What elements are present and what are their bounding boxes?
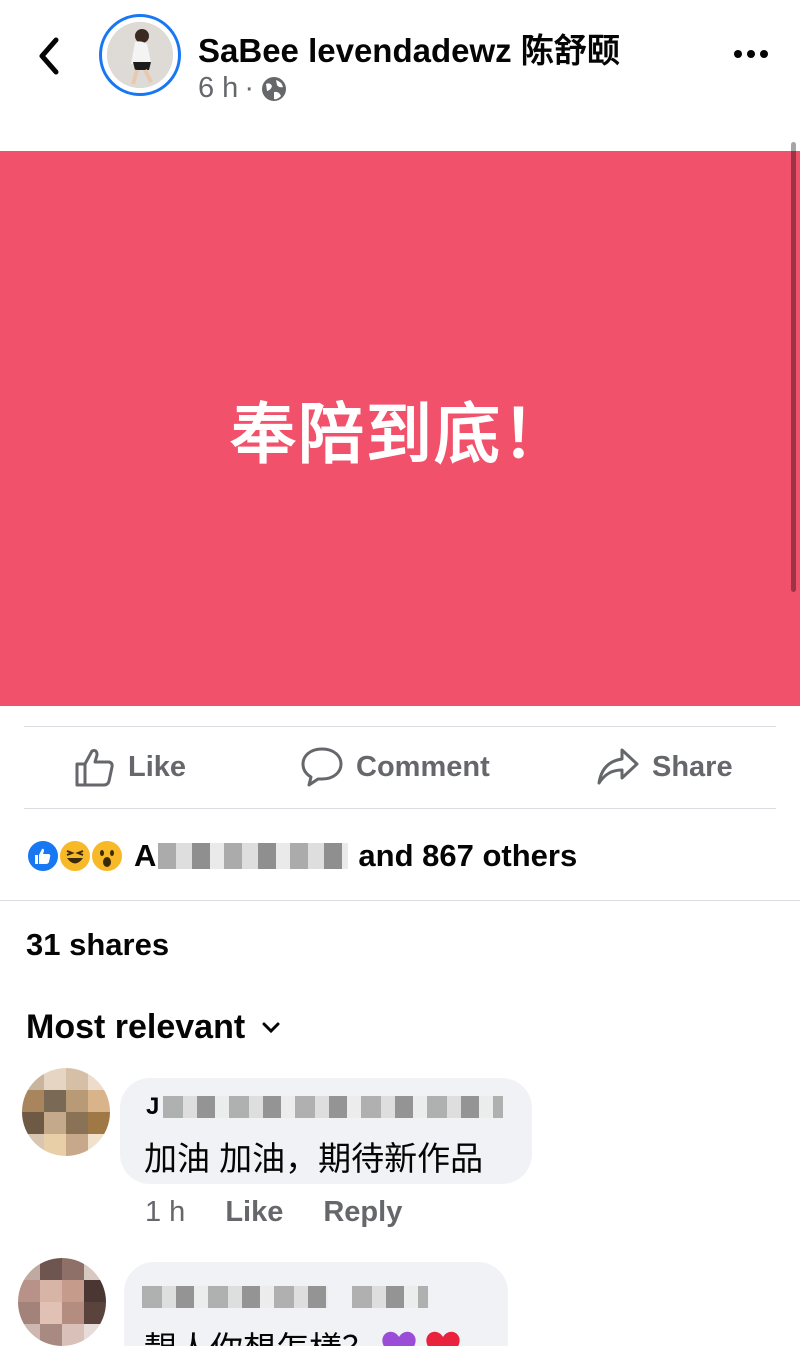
comment-actions: 1 h Like Reply [145, 1196, 402, 1229]
divider [0, 900, 800, 901]
post-time[interactable]: 6 h [198, 72, 238, 105]
commenter-name-blurred [142, 1286, 328, 1308]
comment-text: 靚人你想怎樣？ [144, 1322, 375, 1346]
commenter-avatar[interactable] [18, 1258, 106, 1346]
post-meta: 6 h · [198, 72, 288, 105]
author-avatar[interactable] [99, 14, 181, 96]
share-button[interactable]: Share [596, 746, 733, 788]
comment-bubble[interactable]: 靚人你想怎樣？ [124, 1262, 508, 1346]
comment-label: Comment [356, 750, 490, 783]
haha-reaction-icon [58, 839, 92, 873]
share-label: Share [652, 750, 733, 783]
thumbs-up-icon [75, 749, 114, 787]
globe-icon[interactable] [260, 75, 288, 103]
divider [24, 726, 776, 727]
more-icon [734, 50, 768, 58]
comment-reply-button[interactable]: Reply [323, 1196, 402, 1229]
reactor-name-initial: A [134, 838, 157, 873]
sort-dropdown[interactable]: Most relevant [26, 1008, 281, 1047]
comment-content: 靚人你想怎樣？ [144, 1322, 463, 1346]
reactor-name-blurred [158, 843, 349, 869]
reactions-summary[interactable]: A and 867 others [26, 838, 577, 874]
scrollbar[interactable] [791, 142, 796, 592]
chevron-left-icon [39, 37, 59, 75]
like-button[interactable]: Like [74, 746, 186, 788]
shares-count[interactable]: 31 shares [26, 927, 169, 963]
post-header: SaBee levendadewz 陈舒颐 6 h · [0, 0, 800, 150]
divider [24, 808, 776, 809]
red-heart-icon [426, 1331, 460, 1346]
comment-time: 1 h [145, 1196, 186, 1228]
purple-heart-icon [382, 1331, 416, 1346]
more-options-button[interactable] [730, 44, 774, 64]
wow-reaction-icon [90, 839, 124, 873]
like-reaction-icon [26, 839, 60, 873]
chevron-down-icon [262, 1022, 280, 1033]
post-text: 奉陪到底！ [230, 396, 570, 471]
comment-button[interactable]: Comment [300, 746, 490, 788]
post-content-card[interactable]: 奉陪到底！ [0, 151, 800, 706]
share-icon [597, 748, 639, 785]
reactions-others: and 867 others [358, 838, 578, 873]
comment-like-button[interactable]: Like [225, 1196, 283, 1229]
commenter-name-initial: J [146, 1093, 160, 1120]
comment-text: 加油 加油，期待新作品 [144, 1140, 484, 1177]
comment-bubble[interactable]: J 加油 加油，期待新作品 [120, 1078, 532, 1184]
like-label: Like [128, 750, 187, 783]
avatar-image [107, 22, 173, 88]
commenter-name-blurred [352, 1286, 428, 1308]
comment-icon [301, 747, 343, 787]
meta-separator: · [244, 72, 254, 104]
commenter-name-blurred [163, 1096, 504, 1118]
author-name[interactable]: SaBee levendadewz 陈舒颐 [198, 24, 620, 72]
back-button[interactable] [34, 36, 66, 76]
sort-label: Most relevant [26, 1008, 246, 1046]
commenter-avatar[interactable] [22, 1068, 110, 1156]
